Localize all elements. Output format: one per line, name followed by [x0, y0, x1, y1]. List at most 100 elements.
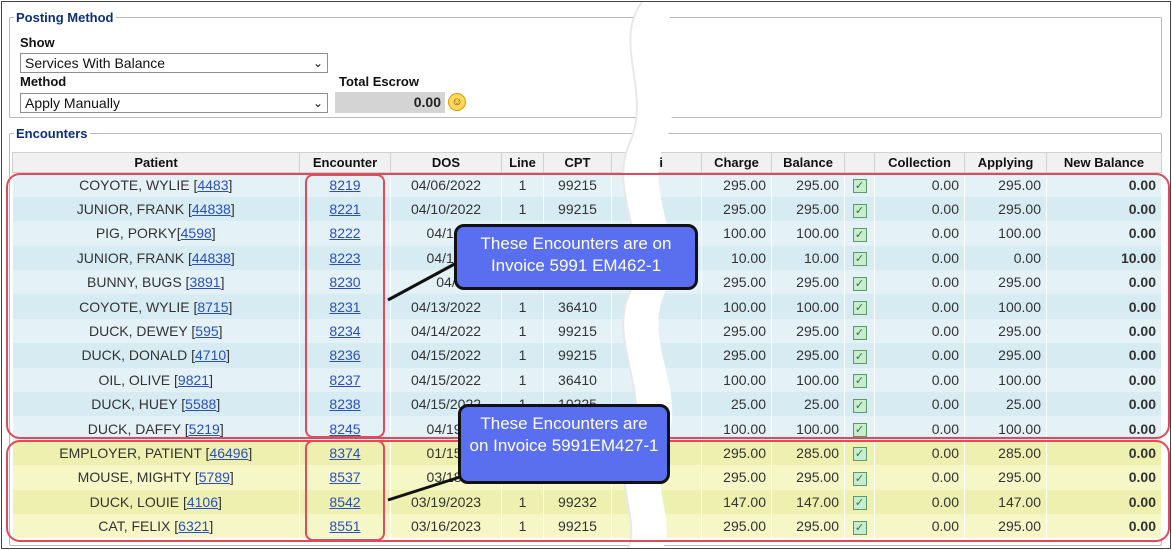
patient-id-link[interactable]: 5219	[189, 421, 220, 437]
patient-name: EMPLOYER, PATIENT [	[59, 444, 210, 461]
encounter-link[interactable]: 8542	[329, 494, 360, 510]
line-cell: 1	[501, 294, 544, 319]
collection-cell[interactable]: 0.00	[874, 465, 965, 490]
patient-id-link[interactable]: 4598	[181, 225, 212, 241]
applying-cell[interactable]: 295.00	[964, 343, 1047, 368]
collection-cell[interactable]: 0.00	[874, 513, 965, 539]
encounter-link[interactable]: 8551	[329, 518, 360, 534]
patient-id-link[interactable]: 595	[195, 323, 218, 339]
table-row: CAT, FELIX [6321] 8551 03/16/2023 1 99215 295…	[12, 513, 1162, 539]
encounter-cell: 8230	[299, 270, 391, 295]
checkbox-checked-icon[interactable]: ✓	[852, 520, 867, 535]
collection-cell[interactable]: 0.00	[874, 367, 965, 393]
new-balance-cell: 0.00	[1046, 367, 1162, 393]
patient-name: DUCK, LOUIE [	[89, 493, 187, 510]
applying-cell[interactable]: 100.00	[964, 294, 1047, 319]
applying-cell[interactable]: 295.00	[964, 513, 1047, 539]
patient-id-link[interactable]: 8715	[197, 299, 228, 315]
encounter-link[interactable]: 8223	[329, 250, 360, 266]
collection-cell[interactable]: 0.00	[874, 221, 965, 246]
encounter-link[interactable]: 8234	[329, 323, 360, 339]
checkbox-checked-icon[interactable]: ✓	[852, 203, 867, 218]
collection-cell[interactable]: 0.00	[874, 392, 965, 417]
collection-cell[interactable]: 0.00	[874, 440, 965, 466]
encounter-link[interactable]: 8230	[329, 274, 360, 290]
checkbox-checked-icon[interactable]: ✓	[852, 325, 867, 340]
new-balance-cell: 0.00	[1046, 343, 1162, 368]
checkbox-checked-icon[interactable]: ✓	[852, 276, 867, 291]
encounter-link[interactable]: 8236	[329, 347, 360, 363]
line-cell: 1	[501, 489, 544, 514]
applying-cell[interactable]: 295.00	[964, 196, 1047, 222]
patient-id-link[interactable]: 4483	[197, 177, 228, 193]
checkbox-checked-icon[interactable]: ✓	[852, 447, 867, 462]
patient-id-link[interactable]: 3891	[189, 274, 220, 290]
checkbox-checked-icon[interactable]: ✓	[852, 374, 867, 389]
new-balance-cell: 0.00	[1046, 489, 1162, 514]
applying-cell[interactable]: 295.00	[964, 465, 1047, 490]
applying-cell[interactable]: 100.00	[964, 221, 1047, 246]
show-select[interactable]: Services With Balance ⌄	[20, 53, 328, 73]
patient-name: JUNIOR, FRANK [	[76, 201, 192, 218]
patient-id-end: ]	[229, 469, 234, 486]
patient-id-link[interactable]: 4106	[187, 494, 218, 510]
patient-id-link[interactable]: 44838	[192, 201, 231, 217]
applying-cell[interactable]: 147.00	[964, 489, 1047, 514]
encounter-link[interactable]: 8237	[329, 372, 360, 388]
charge-cell: 295.00	[701, 196, 772, 222]
patient-id-link[interactable]: 44838	[192, 250, 231, 266]
charge-cell: 295.00	[701, 172, 772, 197]
patient-id-link[interactable]: 5588	[185, 396, 216, 412]
checkbox-checked-icon[interactable]: ✓	[852, 496, 867, 511]
patient-id-link[interactable]: 46496	[209, 445, 248, 461]
patient-id-link[interactable]: 6321	[178, 518, 209, 534]
patient-id-link[interactable]: 4710	[195, 347, 226, 363]
patient-id-link[interactable]: 5789	[199, 469, 230, 485]
encounter-cell: 8236	[299, 343, 391, 368]
checkbox-checked-icon[interactable]: ✓	[852, 349, 867, 364]
checkbox-checked-icon[interactable]: ✓	[852, 179, 867, 194]
method-select[interactable]: Apply Manually ⌄	[20, 93, 328, 113]
applying-cell[interactable]: 295.00	[964, 318, 1047, 344]
apply-checkbox-cell: ✓	[844, 416, 875, 441]
encounter-link[interactable]: 8222	[329, 225, 360, 241]
applying-cell[interactable]: 25.00	[964, 392, 1047, 417]
encounter-link[interactable]: 8537	[329, 469, 360, 485]
applying-cell[interactable]: 100.00	[964, 416, 1047, 441]
applying-cell[interactable]: 295.00	[964, 172, 1047, 197]
balance-cell: 100.00	[771, 416, 845, 441]
charge-cell: 295.00	[701, 513, 772, 539]
checkbox-checked-icon[interactable]: ✓	[852, 301, 867, 316]
checkbox-checked-icon[interactable]: ✓	[852, 227, 867, 242]
collection-cell[interactable]: 0.00	[874, 343, 965, 368]
encounter-link[interactable]: 8221	[329, 201, 360, 217]
collection-cell[interactable]: 0.00	[874, 196, 965, 222]
checkbox-checked-icon[interactable]: ✓	[852, 398, 867, 413]
applying-cell[interactable]: 0.00	[964, 245, 1047, 271]
collection-cell[interactable]: 0.00	[874, 270, 965, 295]
collection-cell[interactable]: 0.00	[874, 172, 965, 197]
encounter-link[interactable]: 8231	[329, 299, 360, 315]
patient-cell: DUCK, HUEY [5588]	[12, 392, 300, 417]
applying-cell[interactable]: 285.00	[964, 440, 1047, 466]
collection-cell[interactable]: 0.00	[874, 294, 965, 319]
collection-cell[interactable]: 0.00	[874, 489, 965, 514]
dos-cell: 03/16/2023	[390, 513, 502, 539]
encounter-link[interactable]: 8374	[329, 445, 360, 461]
checkbox-checked-icon[interactable]: ✓	[852, 423, 867, 438]
collection-cell[interactable]: 0.00	[874, 318, 965, 344]
collection-cell[interactable]: 0.00	[874, 416, 965, 441]
patient-name: COYOTE, WYLIE [	[79, 298, 198, 315]
encounter-link[interactable]: 8245	[329, 421, 360, 437]
checkbox-checked-icon[interactable]: ✓	[852, 471, 867, 486]
column-header: Encounter	[299, 152, 391, 173]
encounter-link[interactable]: 8219	[329, 177, 360, 193]
applying-cell[interactable]: 295.00	[964, 270, 1047, 295]
encounter-link[interactable]: 8238	[329, 396, 360, 412]
smiley-icon[interactable]: ☺	[448, 93, 466, 111]
applying-cell[interactable]: 100.00	[964, 367, 1047, 393]
encounter-cell: 8221	[299, 196, 391, 222]
checkbox-checked-icon[interactable]: ✓	[852, 252, 867, 267]
patient-id-link[interactable]: 9821	[178, 372, 209, 388]
collection-cell[interactable]: 0.00	[874, 245, 965, 271]
